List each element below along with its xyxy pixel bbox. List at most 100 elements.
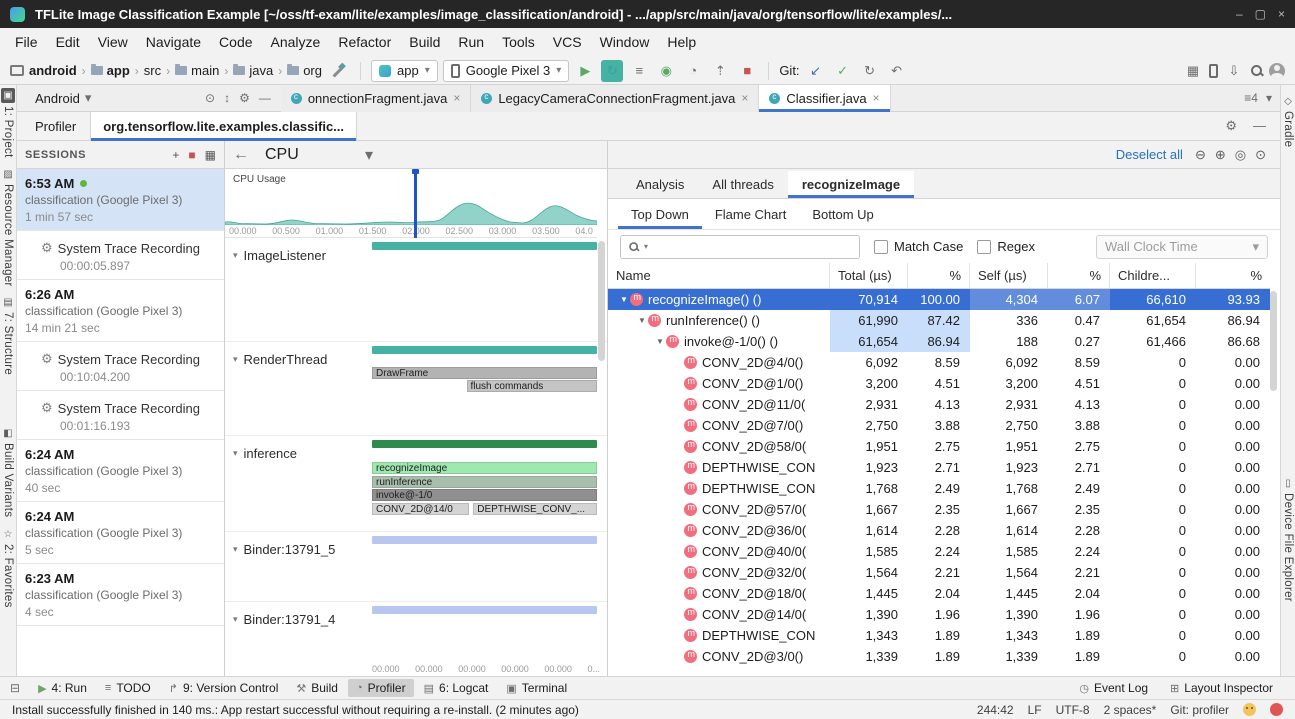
build-hammer-icon[interactable]	[331, 63, 346, 78]
editor-tab[interactable]: onnectionFragment.java ×	[281, 85, 472, 112]
trace-span[interactable]: flush commands	[467, 380, 598, 392]
chevron-down-icon[interactable]: ▾	[1266, 91, 1272, 105]
close-tab-icon[interactable]: ×	[873, 91, 880, 105]
column-header[interactable]: Self (µs)	[970, 263, 1048, 288]
table-row[interactable]: CONV_2D@18/0( 1,445 2.04 1,445 2.04 0 0.…	[608, 583, 1270, 604]
expand-arrow-icon[interactable]	[636, 316, 648, 325]
session-item[interactable]: ⚙ System Trace Recording 00:10:04.200	[17, 342, 224, 391]
session-item[interactable]: 6:24 AM ⚙ classification (Google Pixel 3…	[17, 502, 224, 564]
analysis-subtab[interactable]: Bottom Up	[799, 200, 886, 229]
zoom-to-selection-icon[interactable]: ⊙	[1255, 147, 1266, 163]
locate-file-icon[interactable]: ⊙	[205, 91, 215, 105]
match-case-checkbox[interactable]	[874, 240, 888, 254]
trace-span[interactable]: runInference	[372, 476, 597, 488]
feedback-smiley-icon[interactable]	[1243, 703, 1256, 716]
menu-item[interactable]: Refactor	[329, 28, 400, 57]
thread-label[interactable]: ▾ Binder:13791_5	[233, 542, 335, 557]
trace-span[interactable]: invoke@-1/0	[372, 489, 597, 501]
session-item[interactable]: 6:53 AM ⚙ classification (Google Pixel 3…	[17, 169, 224, 231]
tool-window-button[interactable]: Layout Inspector	[1162, 679, 1281, 697]
back-arrow-icon[interactable]: ←	[233, 146, 249, 164]
status-message[interactable]: Install successfully finished in 140 ms.…	[12, 703, 579, 717]
analysis-tab[interactable]: All threads	[698, 171, 787, 198]
editor-tab[interactable]: LegacyCameraConnectionFragment.java ×	[471, 85, 759, 112]
cpu-metric-dropdown[interactable]: CPU ▾	[265, 145, 373, 165]
expand-arrow-icon[interactable]	[654, 337, 666, 346]
zoom-in-icon[interactable]: ⊕	[1215, 147, 1226, 163]
column-header[interactable]: Childre...	[1110, 263, 1196, 288]
apply-changes-button[interactable]: ↻	[601, 60, 623, 82]
table-row[interactable]: DEPTHWISE_CON 1,343 1.89 1,343 1.89 0 0.…	[608, 625, 1270, 646]
gear-icon[interactable]: ⚙	[239, 91, 250, 105]
project-view-header[interactable]: Android ▾	[17, 90, 205, 106]
breadcrumb-item[interactable]: › src	[130, 63, 161, 78]
column-header[interactable]: Total (µs)	[830, 263, 908, 288]
tool-window-button[interactable]: 6: Logcat	[416, 679, 497, 697]
session-item[interactable]: 6:24 AM ⚙ classification (Google Pixel 3…	[17, 440, 224, 502]
git-rollback-button[interactable]: ↶	[886, 60, 908, 82]
regex-option[interactable]: Regex	[977, 239, 1035, 254]
menu-item[interactable]: Navigate	[137, 28, 210, 57]
tool-window-button[interactable]: Build	[288, 679, 346, 697]
trace-span[interactable]: DEPTHWISE_CONV_...	[473, 503, 597, 515]
error-notification-icon[interactable]	[1270, 703, 1283, 716]
filter-search-field[interactable]: ▾	[620, 235, 860, 259]
table-row[interactable]: CONV_2D@57/0( 1,667 2.35 1,667 2.35 0 0.…	[608, 499, 1270, 520]
match-case-option[interactable]: Match Case	[874, 239, 963, 254]
device-manager-phone-icon[interactable]	[1209, 64, 1218, 78]
session-item[interactable]: ⚙ System Trace Recording 00:00:05.897	[17, 231, 224, 280]
run-tasks-icon[interactable]: ≡	[628, 60, 650, 82]
tool-window-button[interactable]: Event Log	[1071, 679, 1156, 697]
table-row[interactable]: CONV_2D@11/0( 2,931 4.13 2,931 4.13 0 0.…	[608, 394, 1270, 415]
add-session-icon[interactable]: +	[172, 148, 179, 162]
expand-sessions-icon[interactable]: ▦	[205, 148, 216, 162]
menu-item[interactable]: VCS	[544, 28, 591, 57]
device-dropdown[interactable]: Google Pixel 3 ▾	[443, 60, 570, 82]
tool-window-button[interactable]: 4: Run	[30, 679, 95, 697]
zoom-out-icon[interactable]: ⊖	[1195, 147, 1206, 163]
session-item[interactable]: 6:23 AM ⚙ classification (Google Pixel 3…	[17, 564, 224, 626]
menu-item[interactable]: Tools	[493, 28, 544, 57]
table-row[interactable]: invoke@-1/0() () 61,654 86.94 188 0.27 6…	[608, 331, 1270, 352]
reset-zoom-icon[interactable]: ◎	[1235, 147, 1246, 163]
expand-arrow-icon[interactable]	[618, 295, 630, 304]
hide-panel-icon[interactable]: —	[259, 91, 271, 105]
maximize-window-icon[interactable]: ▢	[1255, 7, 1266, 21]
analysis-subtab[interactable]: Flame Chart	[702, 200, 800, 229]
tool-window-button[interactable]: TODO	[97, 679, 159, 697]
breadcrumb-item[interactable]: › app	[77, 63, 130, 78]
analysis-tab[interactable]: recognizeImage	[788, 171, 914, 198]
search-everywhere-icon[interactable]	[1250, 64, 1264, 78]
menu-item[interactable]: Edit	[47, 28, 89, 57]
breadcrumb-item[interactable]: › main	[161, 63, 219, 78]
table-row[interactable]: CONV_2D@14/0( 1,390 1.96 1,390 1.96 0 0.…	[608, 604, 1270, 625]
tool-stripe-button[interactable]: ▯ Device File Explorer	[1282, 477, 1294, 602]
menu-item[interactable]: Window	[591, 28, 659, 57]
hide-tool-window-icon[interactable]: —	[1253, 118, 1266, 134]
deselect-all-link[interactable]: Deselect all	[1116, 147, 1183, 162]
menu-item[interactable]: Analyze	[262, 28, 330, 57]
menu-item[interactable]: Help	[658, 28, 705, 57]
menu-item[interactable]: Run	[449, 28, 493, 57]
git-update-button[interactable]: ↙	[805, 60, 827, 82]
table-row[interactable]: CONV_2D@4/0() 6,092 8.59 6,092 8.59 0 0.…	[608, 352, 1270, 373]
menu-item[interactable]: View	[89, 28, 137, 57]
timeline-scrollbar[interactable]	[598, 241, 605, 361]
status-segment[interactable]: UTF-8	[1056, 703, 1090, 717]
run-config-dropdown[interactable]: app ▾	[371, 60, 438, 82]
gear-icon[interactable]: ⚙	[1225, 118, 1237, 134]
table-row[interactable]: CONV_2D@7/0() 2,750 3.88 2,750 3.88 0 0.…	[608, 415, 1270, 436]
hidden-tabs-icon[interactable]: ≡4	[1244, 91, 1258, 105]
table-scrollbar[interactable]	[1270, 291, 1277, 391]
analysis-subtab[interactable]: Top Down	[618, 200, 702, 229]
tool-window-button[interactable]: Profiler	[348, 679, 414, 697]
run-button[interactable]: ▶	[574, 60, 596, 82]
analysis-tab[interactable]: Analysis	[622, 171, 698, 198]
breadcrumb-item[interactable]: › java	[219, 63, 273, 78]
column-header[interactable]: %	[908, 263, 970, 288]
tool-stripe-button[interactable]: ☆ 2: Favorites	[2, 528, 14, 608]
trace-span[interactable]: CONV_2D@14/0	[372, 503, 469, 515]
table-row[interactable]: CONV_2D@58/0( 1,951 2.75 1,951 2.75 0 0.…	[608, 436, 1270, 457]
debug-button[interactable]: ◉	[655, 60, 677, 82]
regex-checkbox[interactable]	[977, 240, 991, 254]
